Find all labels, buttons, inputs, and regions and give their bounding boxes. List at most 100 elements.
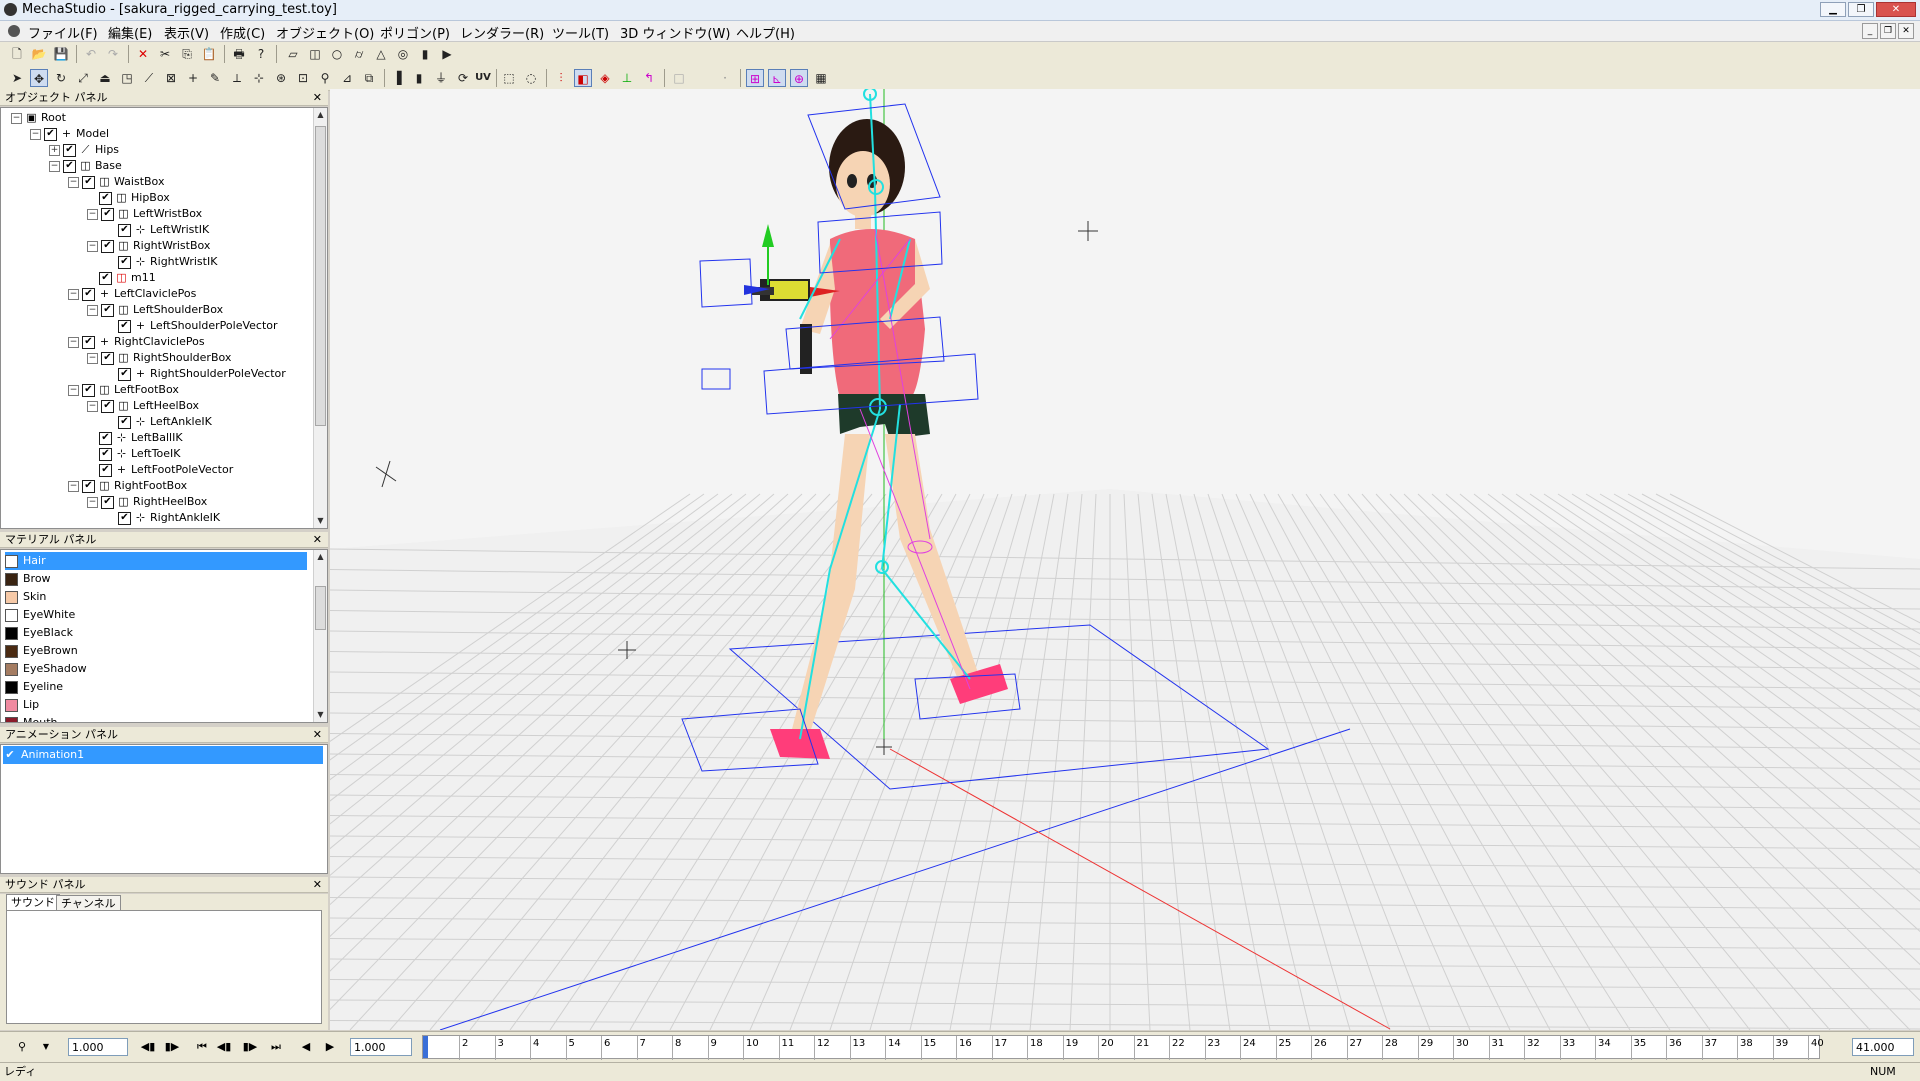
tree-node[interactable]: − ✔ + RightClaviclePos bbox=[68, 334, 205, 350]
expander-icon[interactable]: − bbox=[87, 352, 98, 364]
tree-node[interactable]: − ✔ ◫ LeftWristBox bbox=[87, 206, 202, 222]
expander-icon[interactable]: − bbox=[87, 496, 98, 508]
scale-icon[interactable]: ⤢ bbox=[74, 69, 92, 87]
save-icon[interactable]: 💾 bbox=[52, 45, 70, 63]
redo-icon[interactable]: ↷ bbox=[104, 45, 122, 63]
paste-icon[interactable]: 📋 bbox=[200, 45, 218, 63]
frame-ruler[interactable]: 2 3 4 5 6 7 8 9 10 11 12 13 14 15 16 17 18 19 20 21 22 23 24 25… bbox=[422, 1035, 1824, 1060]
paint-icon[interactable]: ⟳ bbox=[454, 69, 472, 87]
menu-create[interactable]: 作成(C) bbox=[220, 23, 265, 42]
expander-icon[interactable]: − bbox=[30, 128, 41, 140]
material-list-scrollbar[interactable]: ▲ ▼ bbox=[313, 550, 327, 722]
ik-icon[interactable]: ⊹ bbox=[250, 69, 268, 87]
delete-icon[interactable]: ✕ bbox=[134, 45, 152, 63]
visibility-checkbox[interactable]: ✔ bbox=[118, 255, 131, 269]
cross-icon[interactable]: + bbox=[184, 69, 202, 87]
visibility-checkbox[interactable]: ✔ bbox=[101, 303, 114, 317]
next-frame-icon[interactable]: ▮▶ bbox=[240, 1038, 260, 1056]
expander-icon[interactable]: − bbox=[11, 112, 22, 124]
edge-icon[interactable]: ⟋ bbox=[140, 69, 158, 87]
next-key-icon[interactable]: ▮▶ bbox=[162, 1038, 182, 1056]
visibility-checkbox[interactable]: ✔ bbox=[101, 495, 114, 509]
lasso-icon[interactable]: ◌ bbox=[522, 69, 540, 87]
viewport-canvas[interactable] bbox=[330, 89, 1920, 1030]
transform-icon[interactable]: ⊿ bbox=[338, 69, 356, 87]
material-item[interactable]: Skin bbox=[5, 588, 307, 606]
visibility-checkbox[interactable]: ✔ bbox=[82, 175, 95, 189]
mirror-icon[interactable]: ⧉ bbox=[360, 69, 378, 87]
fill-icon[interactable]: ▮ bbox=[410, 69, 428, 87]
tree-node[interactable]: ✔ ◫ m11 bbox=[87, 270, 156, 286]
sound-list[interactable] bbox=[6, 910, 322, 1024]
undo-icon[interactable]: ↶ bbox=[82, 45, 100, 63]
menu-tools[interactable]: ツール(T) bbox=[552, 23, 609, 42]
mdi-minimize-button[interactable]: _ bbox=[1862, 23, 1878, 39]
close-button[interactable]: ✕ bbox=[1876, 2, 1916, 17]
material-panel-close-icon[interactable]: ✕ bbox=[313, 532, 322, 548]
menu-view[interactable]: 表示(V) bbox=[164, 23, 209, 42]
cylinder-icon[interactable]: ⌭ bbox=[350, 45, 368, 63]
open-folder-icon[interactable]: 📂 bbox=[30, 45, 48, 63]
visibility-checkbox[interactable]: ✔ bbox=[101, 207, 114, 221]
material-item[interactable]: Hair bbox=[5, 552, 307, 570]
visibility-checkbox[interactable]: ✔ bbox=[101, 351, 114, 365]
new-file-icon[interactable]: 🗋 bbox=[8, 45, 26, 63]
visibility-checkbox[interactable]: ✔ bbox=[101, 399, 114, 413]
visibility-checkbox[interactable]: ✔ bbox=[99, 431, 112, 445]
cone-icon[interactable]: △ bbox=[372, 45, 390, 63]
square-icon[interactable]: □ bbox=[670, 69, 688, 87]
tree-node[interactable]: − ✔ ◫ RightWristBox bbox=[87, 238, 210, 254]
pin-icon[interactable]: ⚲ bbox=[316, 69, 334, 87]
tree-node[interactable]: − ✔ ◫ Base bbox=[49, 158, 122, 174]
expander-icon[interactable]: + bbox=[49, 144, 60, 156]
snap-grid-icon[interactable]: ⊞ bbox=[746, 69, 764, 87]
visibility-checkbox[interactable]: ✔ bbox=[99, 447, 112, 461]
axis-icon[interactable]: ⊥ bbox=[618, 69, 636, 87]
tree-node[interactable]: ✔ ⊹ RightWristIK bbox=[106, 254, 217, 270]
speed-field[interactable]: 1.000 bbox=[68, 1038, 128, 1056]
current-frame-field[interactable]: 1.000 bbox=[350, 1038, 412, 1056]
camera-icon[interactable]: ⏏ bbox=[96, 69, 114, 87]
object-panel-close-icon[interactable]: ✕ bbox=[313, 90, 322, 106]
expander-icon[interactable]: − bbox=[87, 304, 98, 316]
tab-sound[interactable]: サウンド bbox=[6, 894, 60, 910]
vertex-icon[interactable]: ◳ bbox=[118, 69, 136, 87]
help-pointer-icon[interactable]: ? bbox=[252, 45, 270, 63]
tree-node[interactable]: ✔ + LeftFootPoleVector bbox=[87, 462, 233, 478]
tree-node[interactable]: ✔ + RightShoulderPoleVector bbox=[106, 366, 286, 382]
tree-node[interactable]: − ✔ ◫ RightShoulderBox bbox=[87, 350, 231, 366]
bend-icon[interactable]: ↰ bbox=[640, 69, 658, 87]
visibility-checkbox[interactable]: ✔ bbox=[44, 127, 57, 141]
snap-center-icon[interactable]: ⊕ bbox=[790, 69, 808, 87]
tree-node[interactable]: ✔ ⊹ RightAnkleIK bbox=[106, 510, 220, 526]
visibility-checkbox[interactable]: ✔ bbox=[82, 335, 95, 349]
point-icon[interactable]: · bbox=[716, 69, 734, 87]
minimize-button[interactable]: ▁ bbox=[1820, 2, 1846, 17]
knife-icon[interactable]: ✎ bbox=[206, 69, 224, 87]
visibility-checkbox[interactable]: ✔ bbox=[82, 383, 95, 397]
bone-add-icon[interactable]: ⟂ bbox=[228, 69, 246, 87]
tree-node[interactable]: − ✔ ◫ RightHeelBox bbox=[87, 494, 207, 510]
select-arrow-icon[interactable]: ➤ bbox=[8, 69, 26, 87]
hierarchy-icon[interactable]: ⫶ bbox=[552, 69, 570, 87]
tree-node[interactable]: ✔ ⊹ LeftAnkleIK bbox=[106, 414, 212, 430]
material-item[interactable]: EyeShadow bbox=[5, 660, 307, 678]
expander-icon[interactable]: − bbox=[68, 176, 79, 188]
key-dropdown-icon[interactable]: ▼ bbox=[36, 1038, 56, 1056]
menu-file[interactable]: ファイル(F) bbox=[28, 23, 98, 42]
menu-edit[interactable]: 編集(E) bbox=[108, 23, 152, 42]
expander-icon[interactable]: − bbox=[49, 160, 60, 172]
animation-panel-close-icon[interactable]: ✕ bbox=[313, 727, 322, 743]
tree-node[interactable]: − ✔ + Model bbox=[30, 126, 109, 142]
expander-icon[interactable]: − bbox=[87, 240, 98, 252]
mdi-close-button[interactable]: ✕ bbox=[1898, 23, 1914, 39]
play-icon[interactable]: ▶ bbox=[320, 1038, 340, 1056]
copy-icon[interactable]: ⎘ bbox=[178, 45, 196, 63]
visibility-checkbox[interactable]: ✔ bbox=[82, 479, 95, 493]
tree-node[interactable]: − ✔ ◫ RightFootBox bbox=[68, 478, 187, 494]
last-frame-icon[interactable]: ⏭ bbox=[266, 1038, 286, 1056]
menu-renderer[interactable]: レンダラー(R) bbox=[460, 23, 544, 42]
expander-icon[interactable]: − bbox=[68, 384, 79, 396]
material-item[interactable]: Brow bbox=[5, 570, 307, 588]
tree-node[interactable]: ✔ ⊹ LeftToeIK bbox=[87, 446, 181, 462]
